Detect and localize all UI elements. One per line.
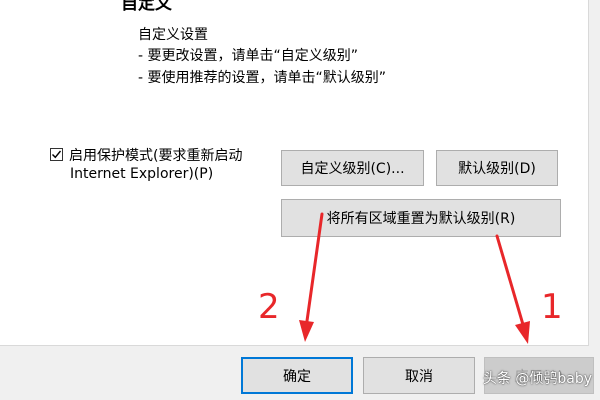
desc-line-recommended-settings: - 要使用推荐的设置，请单击“默认级别” — [138, 70, 387, 86]
protected-mode-checkbox[interactable] — [50, 148, 63, 161]
protected-mode-label-continued: Internet Explorer)(P) — [70, 166, 214, 182]
annotation-step-2: 2 — [258, 287, 280, 327]
section-title: 自定义 — [121, 0, 172, 14]
default-level-button[interactable]: 默认级别(D) — [436, 150, 558, 186]
security-level-panel: 自定义 自定义设置 - 要更改设置，请单击“自定义级别” - 要使用推荐的设置，… — [0, 0, 589, 346]
internet-options-security-screen: 自定义 自定义设置 - 要更改设置，请单击“自定义级别” - 要使用推荐的设置，… — [0, 0, 600, 400]
custom-level-button[interactable]: 自定义级别(C)... — [281, 150, 424, 186]
desc-line-change-settings: - 要更改设置，请单击“自定义级别” — [138, 48, 359, 64]
cancel-button[interactable]: 取消 — [363, 357, 475, 394]
checkmark-icon — [52, 150, 62, 159]
protected-mode-label: 启用保护模式(要求重新启动 — [69, 148, 243, 164]
custom-settings-heading: 自定义设置 — [138, 27, 208, 43]
reset-all-zones-button[interactable]: 将所有区域重置为默认级别(R) — [281, 199, 561, 237]
ok-button[interactable]: 确定 — [241, 357, 353, 394]
annotation-step-1: 1 — [541, 287, 563, 327]
watermark: 头条 @倾鸮baby — [482, 371, 592, 387]
